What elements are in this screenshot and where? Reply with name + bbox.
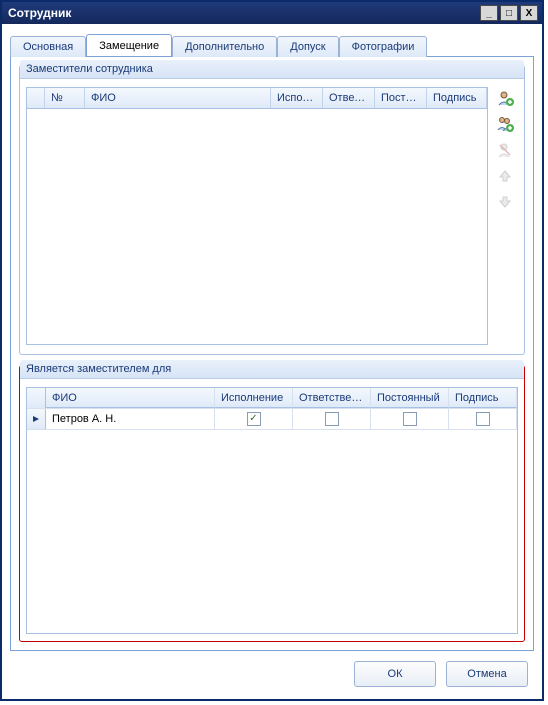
is-substitute-for-grid[interactable]: ФИО Исполнение Ответстве… Постоянный Под… bbox=[26, 387, 518, 634]
client-area: Основная Замещение Дополнительно Допуск … bbox=[2, 24, 542, 699]
table-row[interactable]: Петров А. Н. ✓ bbox=[27, 409, 517, 430]
is-substitute-for-groupbox: Является заместителем для ФИО Исполнение… bbox=[19, 365, 525, 642]
close-icon: X bbox=[526, 8, 533, 19]
grid-indicator-col bbox=[27, 88, 45, 108]
substitutes-caption: Заместители сотрудника bbox=[20, 60, 524, 79]
bottom-grid-header: ФИО Исполнение Ответстве… Постоянный Под… bbox=[27, 388, 517, 409]
arrow-down-icon bbox=[497, 194, 513, 210]
cell-permanent[interactable] bbox=[371, 409, 449, 429]
tab-substitution[interactable]: Замещение bbox=[86, 34, 172, 56]
add-user-icon bbox=[496, 89, 514, 107]
remove-user-icon bbox=[496, 141, 514, 159]
substitutes-toolbar bbox=[488, 87, 518, 345]
checkbox-signature[interactable] bbox=[476, 412, 490, 426]
cell-responsibility[interactable] bbox=[293, 409, 371, 429]
col-rownum[interactable]: № bbox=[45, 88, 85, 108]
checkbox-responsibility[interactable] bbox=[325, 412, 339, 426]
minimize-icon: _ bbox=[486, 8, 492, 19]
col2-execution[interactable]: Исполнение bbox=[215, 388, 293, 408]
tab-access[interactable]: Допуск bbox=[277, 36, 338, 57]
col-execution[interactable]: Испол… bbox=[271, 88, 323, 108]
titlebar[interactable]: Сотрудник _ □ X bbox=[2, 2, 542, 24]
substitutes-grid-body[interactable] bbox=[27, 109, 487, 319]
checkbox-execution[interactable]: ✓ bbox=[247, 412, 261, 426]
row-indicator bbox=[27, 409, 46, 429]
maximize-button[interactable]: □ bbox=[500, 5, 518, 21]
col2-fio[interactable]: ФИО bbox=[46, 388, 215, 408]
add-users-button[interactable] bbox=[494, 113, 516, 135]
cell-execution[interactable]: ✓ bbox=[215, 409, 293, 429]
col2-signature[interactable]: Подпись bbox=[449, 388, 517, 408]
tab-additional[interactable]: Дополнительно bbox=[172, 36, 277, 57]
current-row-icon bbox=[32, 415, 40, 423]
close-button[interactable]: X bbox=[520, 5, 538, 21]
remove-user-button[interactable] bbox=[494, 139, 516, 161]
ok-button[interactable]: ОК bbox=[354, 661, 436, 687]
substitutes-grid-header: № ФИО Испол… Ответ… Посто… Подпись bbox=[27, 88, 487, 109]
minimize-button[interactable]: _ bbox=[480, 5, 498, 21]
tabstrip: Основная Замещение Дополнительно Допуск … bbox=[10, 32, 534, 56]
move-up-button[interactable] bbox=[494, 165, 516, 187]
button-bar: ОК Отмена bbox=[10, 651, 534, 691]
cell-fio[interactable]: Петров А. Н. bbox=[46, 409, 215, 429]
maximize-icon: □ bbox=[506, 8, 512, 19]
col-fio[interactable]: ФИО bbox=[85, 88, 271, 108]
col2-permanent[interactable]: Постоянный bbox=[371, 388, 449, 408]
col-signature[interactable]: Подпись bbox=[427, 88, 487, 108]
tab-main[interactable]: Основная bbox=[10, 36, 86, 57]
row-indicator-head bbox=[27, 388, 46, 408]
move-down-button[interactable] bbox=[494, 191, 516, 213]
cell-signature[interactable] bbox=[449, 409, 517, 429]
col-responsibility[interactable]: Ответ… bbox=[323, 88, 375, 108]
tab-photos[interactable]: Фотографии bbox=[339, 36, 428, 57]
substitutes-groupbox: Заместители сотрудника № ФИО Испол… Отве… bbox=[19, 65, 525, 355]
is-substitute-for-caption: Является заместителем для bbox=[20, 360, 524, 379]
employee-window: Сотрудник _ □ X Основная Замещение Допол… bbox=[0, 0, 544, 701]
add-user-button[interactable] bbox=[494, 87, 516, 109]
col-permanent[interactable]: Посто… bbox=[375, 88, 427, 108]
tabpage-substitution: Заместители сотрудника № ФИО Испол… Отве… bbox=[10, 56, 534, 651]
col2-responsibility[interactable]: Ответстве… bbox=[293, 388, 371, 408]
arrow-up-icon bbox=[497, 168, 513, 184]
window-title: Сотрудник bbox=[8, 6, 478, 20]
substitutes-grid[interactable]: № ФИО Испол… Ответ… Посто… Подпись bbox=[26, 87, 488, 345]
add-users-icon bbox=[496, 115, 514, 133]
cancel-button[interactable]: Отмена bbox=[446, 661, 528, 687]
checkbox-permanent[interactable] bbox=[403, 412, 417, 426]
